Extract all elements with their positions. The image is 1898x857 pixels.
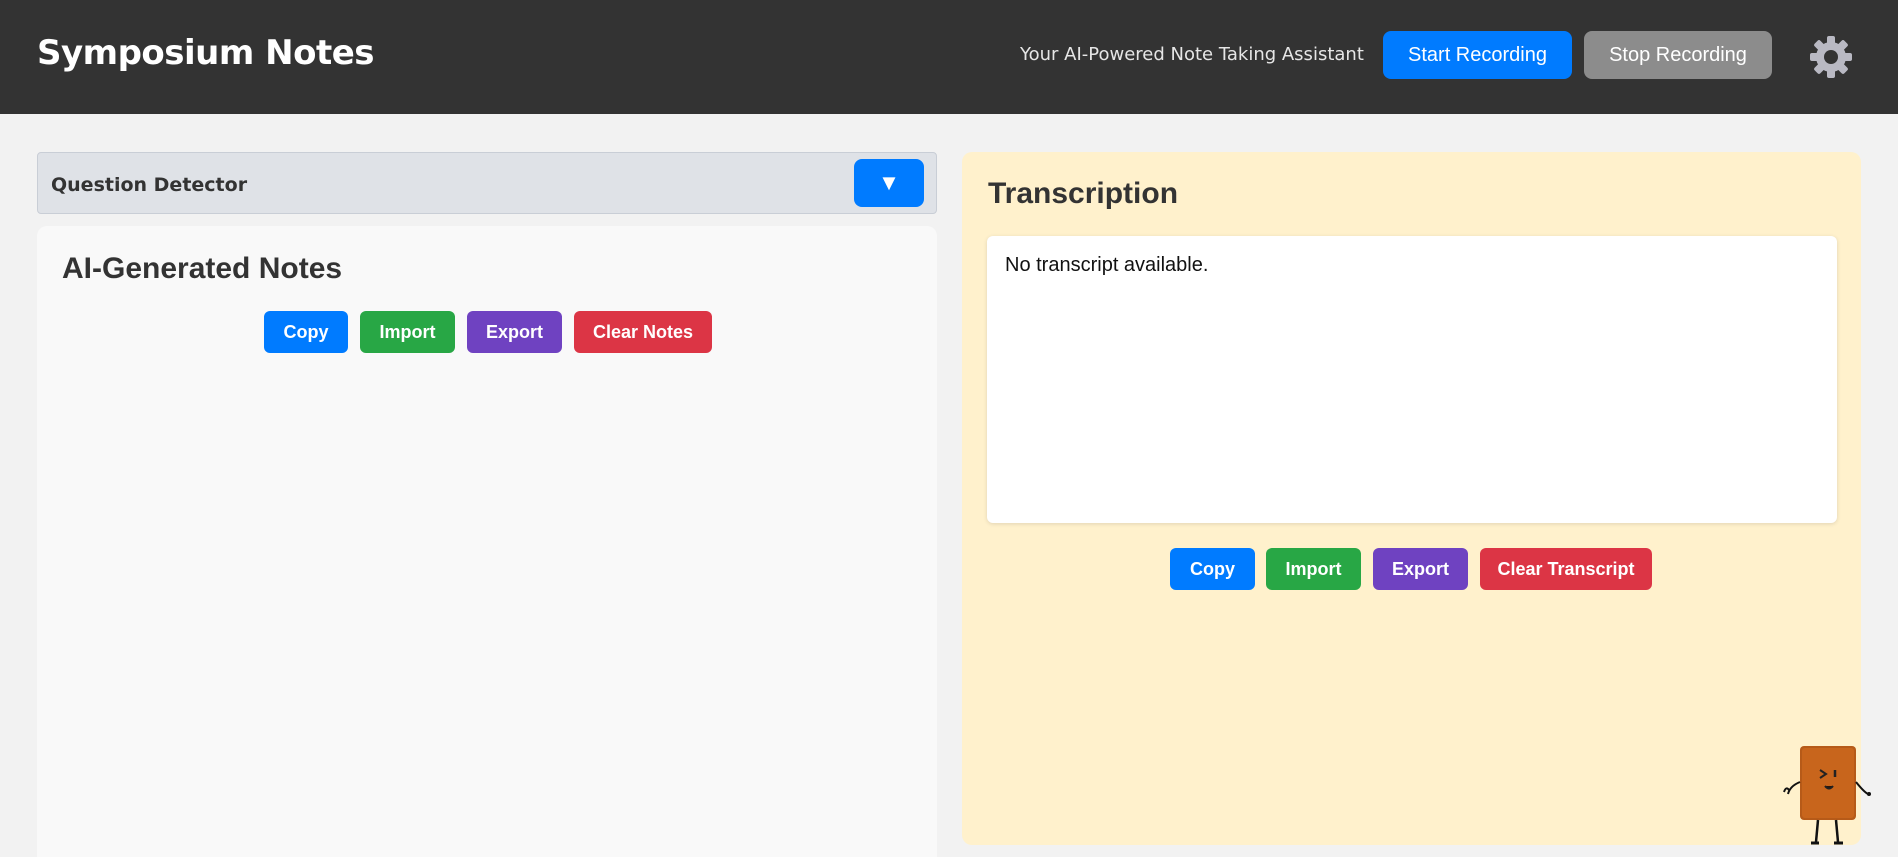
notes-copy-button[interactable]: Copy (264, 311, 348, 353)
notes-title: AI-Generated Notes (62, 252, 343, 285)
stop-recording-button[interactable]: Stop Recording (1584, 31, 1772, 79)
transcript-content[interactable]: No transcript available. (987, 236, 1837, 523)
transcript-export-button[interactable]: Export (1373, 548, 1468, 590)
question-detector-toggle-button[interactable]: ▼ (854, 159, 924, 207)
question-detector-label: Question Detector (51, 174, 248, 196)
clear-transcript-button[interactable]: Clear Transcript (1480, 548, 1652, 590)
gear-icon[interactable] (1808, 34, 1854, 80)
notes-export-button[interactable]: Export (467, 311, 562, 353)
app-tagline: Your AI-Powered Note Taking Assistant (1020, 44, 1364, 65)
transcription-panel: Transcription No transcript available. C… (962, 152, 1861, 845)
notes-panel: AI-Generated Notes Copy Import Export Cl… (37, 226, 937, 857)
app-title: Symposium Notes (37, 33, 375, 73)
clear-notes-button[interactable]: Clear Notes (574, 311, 712, 353)
transcription-title: Transcription (988, 177, 1179, 210)
notes-import-button[interactable]: Import (360, 311, 455, 353)
toast-mascot-icon[interactable] (1778, 742, 1874, 852)
transcript-import-button[interactable]: Import (1266, 548, 1361, 590)
app-header: Symposium Notes Your AI-Powered Note Tak… (0, 0, 1898, 114)
question-detector-bar: Question Detector ▼ (37, 152, 937, 214)
start-recording-button[interactable]: Start Recording (1383, 31, 1572, 79)
transcript-copy-button[interactable]: Copy (1170, 548, 1255, 590)
